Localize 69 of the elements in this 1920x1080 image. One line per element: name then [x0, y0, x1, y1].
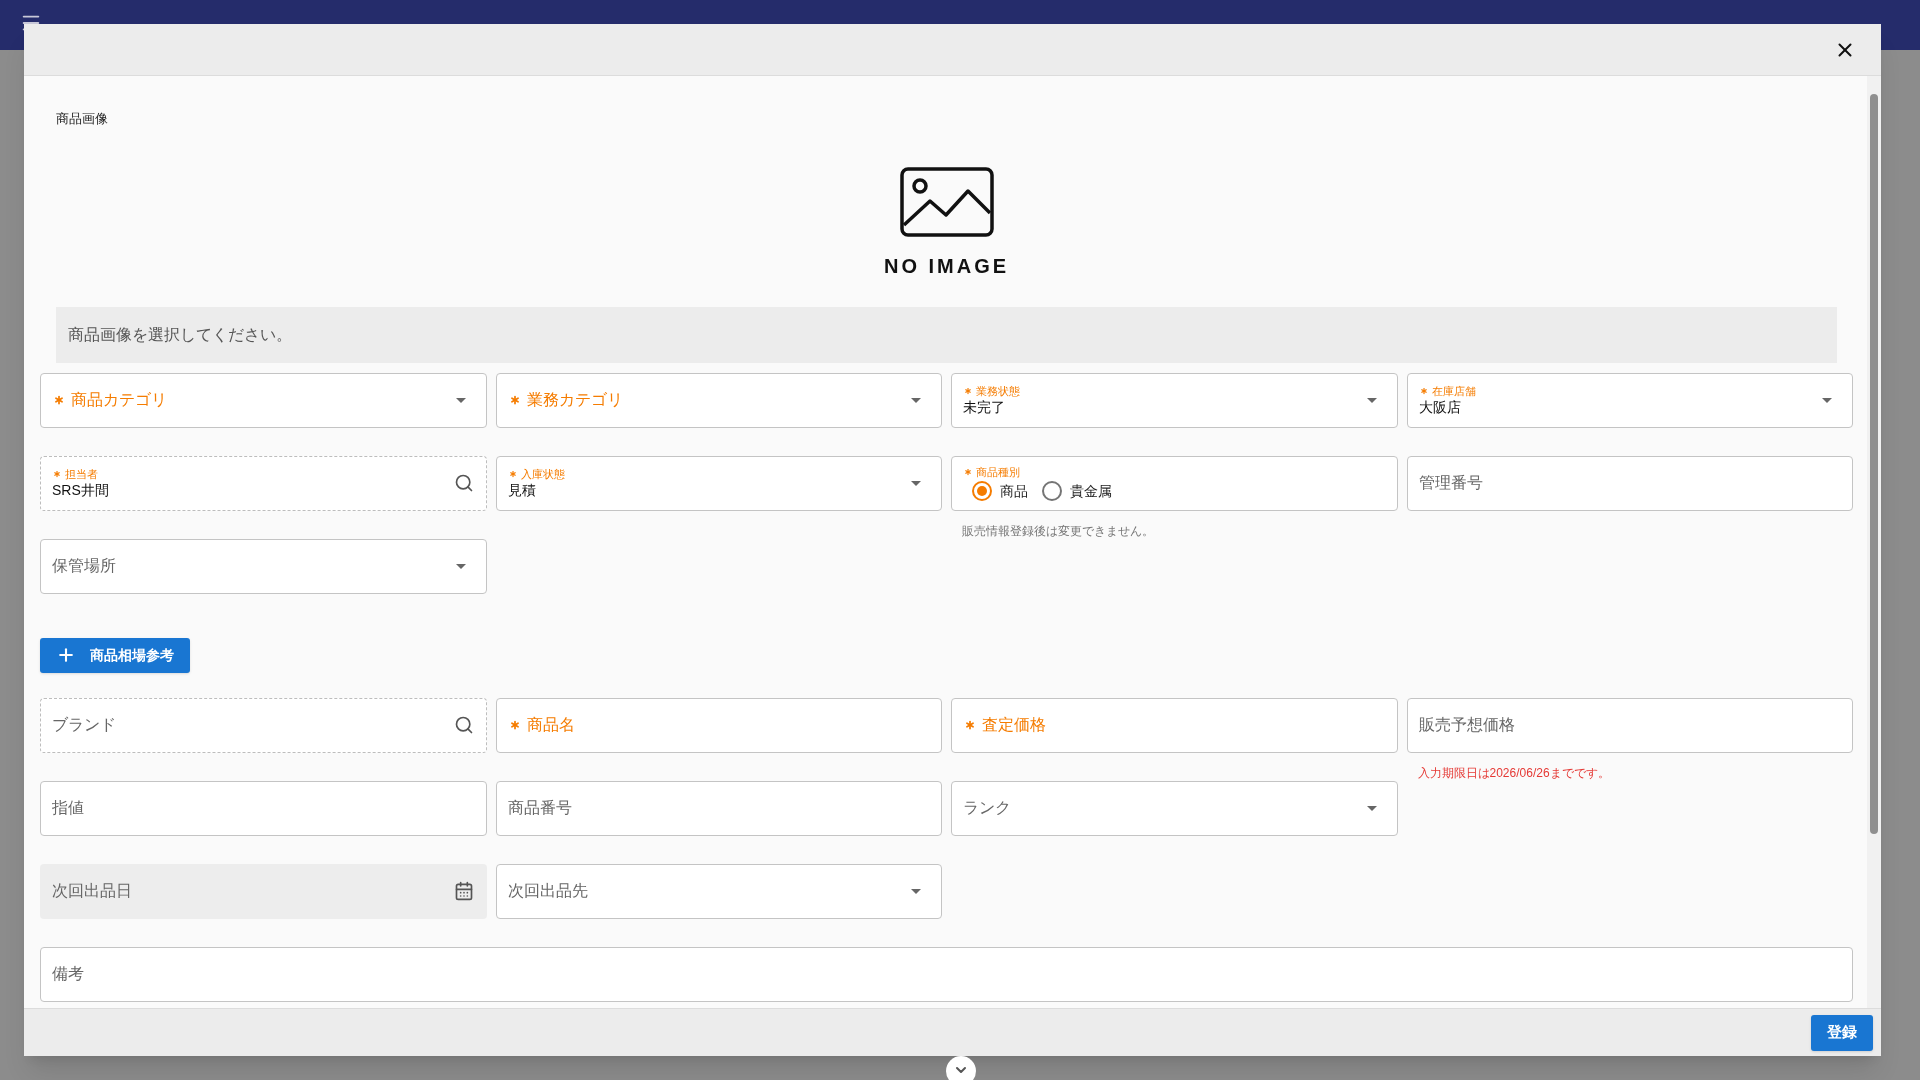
error-message: 入力期限日は2026/06/26までです。: [1417, 765, 1610, 780]
field-label: 業務カテゴリ: [526, 390, 623, 410]
select-field[interactable]: 業務状態 未完了: [951, 372, 1398, 428]
section-label: 商品画像: [56, 110, 109, 128]
dropdown-caret-icon: [911, 480, 921, 486]
field-label: 備考: [52, 964, 84, 984]
field-label: 商品名: [526, 715, 575, 735]
field-value: 大阪店: [1418, 398, 1462, 416]
field-label: 次回出品先: [507, 881, 588, 901]
required-icon: [52, 469, 62, 479]
market-reference-button[interactable]: 商品相場参考: [40, 637, 190, 673]
plus-icon: [56, 645, 76, 665]
dropdown-caret-icon: [1366, 397, 1377, 403]
field-label: ブランド: [52, 715, 116, 735]
image-placeholder-icon: [899, 166, 994, 237]
field-label: 査定価格: [982, 715, 1046, 735]
required-icon: [963, 386, 973, 396]
radio-group-field[interactable]: 商品種別 商品 貴金属: [951, 455, 1398, 511]
field-label: 在庫店舗: [1431, 384, 1476, 398]
required-icon: [52, 393, 66, 407]
field-label: 保管場所: [52, 556, 116, 576]
required-icon: [963, 718, 977, 732]
select-field[interactable]: 次回出品先: [495, 863, 942, 919]
search-icon[interactable]: [453, 473, 474, 493]
field-label: ランク: [963, 798, 1011, 818]
dropdown-caret-icon: [1366, 805, 1377, 811]
field-label: 販売予想価格: [1418, 715, 1515, 735]
field-label: 指値: [52, 798, 84, 818]
input-field[interactable]: 指値: [40, 780, 487, 836]
dropdown-caret-icon: [455, 397, 466, 403]
field-label: 入庫状態: [520, 467, 565, 481]
scrollbar[interactable]: [1867, 76, 1881, 1008]
input-field[interactable]: ブランド: [40, 697, 487, 753]
field-label: 商品番号: [507, 798, 572, 818]
field-label: 商品種別: [976, 464, 1020, 479]
required-icon: [1418, 386, 1429, 396]
input-field[interactable]: 担当者 SRS井間: [40, 455, 487, 511]
radio-button[interactable]: [972, 481, 992, 501]
field-label: 商品カテゴリ: [71, 390, 167, 410]
field-label: 次回出品日: [52, 881, 132, 901]
field-value: SRS井間: [52, 481, 110, 499]
dropdown-caret-icon: [1822, 397, 1832, 403]
expand-toggle[interactable]: [946, 1056, 976, 1080]
input-field[interactable]: 管理番号: [1406, 455, 1853, 511]
radio-button[interactable]: [1042, 481, 1062, 501]
select-field[interactable]: 保管場所: [40, 538, 487, 594]
submit-button[interactable]: 登録: [1811, 1014, 1873, 1051]
input-field[interactable]: 備考: [40, 946, 1853, 1002]
field-value: 見積: [507, 481, 537, 499]
input-field[interactable]: 商品番号: [495, 780, 942, 836]
radio-label: 商品: [1000, 481, 1028, 501]
dropdown-caret-icon: [911, 888, 921, 894]
select-field[interactable]: 入庫状態 見積: [495, 455, 942, 511]
input-field[interactable]: 販売予想価格: [1406, 697, 1853, 753]
field-label: 業務状態: [976, 384, 1020, 398]
field-value: 未完了: [963, 398, 1006, 416]
radio-label: 貴金属: [1070, 481, 1112, 501]
no-image-text: NO IMAGE: [883, 253, 1010, 279]
select-field[interactable]: 在庫店舗 大阪店: [1406, 372, 1853, 428]
select-field[interactable]: ランク: [951, 780, 1398, 836]
field-label: 管理番号: [1418, 473, 1483, 493]
dropdown-caret-icon: [455, 563, 466, 569]
field-label: 担当者: [65, 467, 98, 481]
dropdown-caret-icon: [911, 397, 921, 403]
required-icon: [507, 469, 518, 479]
image-hint-bar: 商品画像を選択してください。: [56, 306, 1837, 363]
search-icon[interactable]: [453, 715, 474, 735]
required-icon: [963, 466, 973, 477]
helper-text: 販売情報登録後は変更できません。: [962, 523, 1154, 538]
